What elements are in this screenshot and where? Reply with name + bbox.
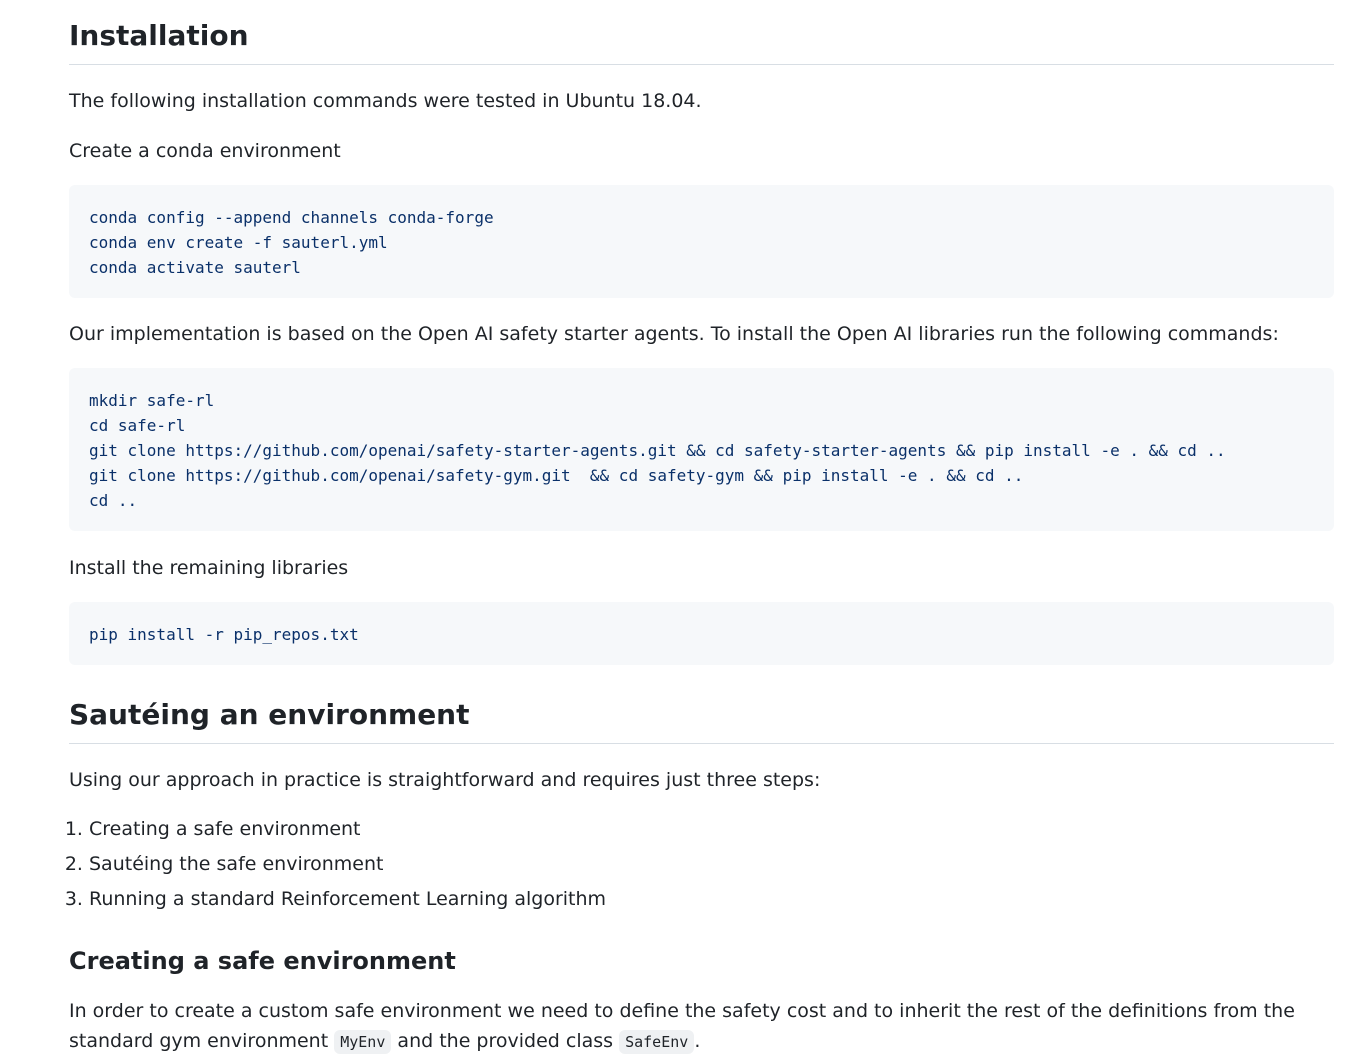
inline-code-myenv: MyEnv xyxy=(334,1030,392,1054)
inline-code-safeenv: SafeEnv xyxy=(619,1030,695,1054)
openai-code-block[interactable]: mkdir safe-rl cd safe-rl git clone https… xyxy=(69,368,1334,531)
sauteing-intro: Using our approach in practice is straig… xyxy=(69,769,821,791)
creating-text-3: . xyxy=(694,1030,701,1052)
list-item: Running a standard Reinforcement Learnin… xyxy=(89,882,606,917)
creating-paragraph: In order to create a custom safe environ… xyxy=(69,996,1334,1057)
creating-text-2: and the provided class xyxy=(397,1030,614,1052)
installation-heading: Installation xyxy=(69,18,1334,65)
list-item: Sautéing the safe environment xyxy=(89,847,606,882)
steps-list: Creating a safe environment Sautéing the… xyxy=(69,812,606,917)
list-item: Creating a safe environment xyxy=(89,812,606,847)
installation-intro: The following installation commands were… xyxy=(69,90,702,112)
conda-label: Create a conda environment xyxy=(69,140,341,162)
openai-description: Our implementation is based on the Open … xyxy=(69,323,1279,345)
conda-code-block[interactable]: conda config --append channels conda-for… xyxy=(69,185,1334,298)
remaining-code-block[interactable]: pip install -r pip_repos.txt xyxy=(69,602,1334,665)
sauteing-heading: Sautéing an environment xyxy=(69,697,1334,744)
remaining-label: Install the remaining libraries xyxy=(69,557,349,579)
creating-heading: Creating a safe environment xyxy=(69,947,456,975)
